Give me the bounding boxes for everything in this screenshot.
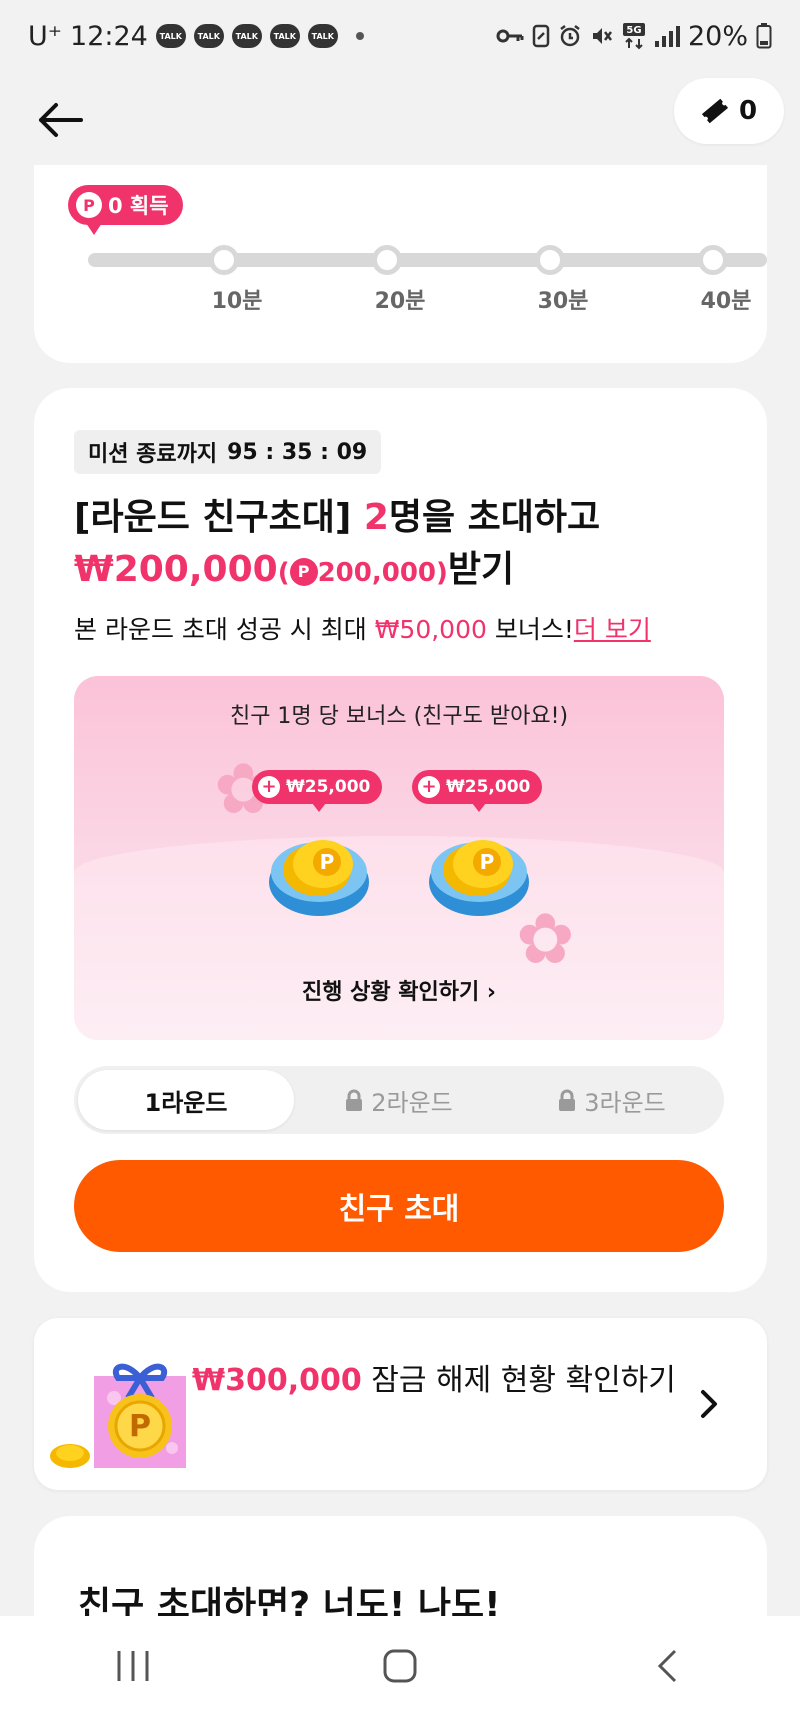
home-icon xyxy=(383,1649,417,1683)
recent-apps-icon xyxy=(117,1651,149,1681)
time-progress-card: P 0 획득 10분 20분 30분 40분 xyxy=(34,165,767,363)
mission-headline: [라운드 친구초대] 2명을 초대하고 ₩200,000(P 200,000)받기 xyxy=(74,492,600,599)
top-navigation: 0 xyxy=(0,76,800,168)
system-back-button[interactable] xyxy=(607,1631,727,1701)
milestone-node xyxy=(535,245,565,275)
check-progress-link[interactable]: 진행 상황 확인하기 › xyxy=(74,974,724,1006)
milestone-label: 10분 xyxy=(211,289,263,314)
bonus-title: 친구 1명 당 보너스 (친구도 받아요!) xyxy=(229,704,569,729)
headline-suffix: 명을 초대하고 xyxy=(388,497,601,538)
reward-amount: ₩200,000 xyxy=(74,549,278,590)
kakaotalk-notification-icon: TALK xyxy=(231,24,262,48)
subline-prefix: 본 라운드 초대 성공 시 최대 xyxy=(74,615,375,644)
mute-icon xyxy=(592,28,612,44)
unlock-label: 잠금 해제 현황 확인하기 xyxy=(361,1363,676,1398)
points-earned-tag: P 0 획득 xyxy=(68,185,183,235)
friend-reward-amount: ₩25,000 xyxy=(286,777,371,797)
subline-bonus: ₩50,000 xyxy=(374,615,487,644)
ticket-counter-button[interactable]: 0 xyxy=(674,78,784,144)
mission-card: 미션 종료까지 95 : 35 : 09 [라운드 친구초대] 2명을 초대하고… xyxy=(34,388,767,1292)
arrow-left-icon xyxy=(39,103,83,137)
friend-reward-tag: + ₩25,000 xyxy=(412,770,543,812)
mission-timer: 미션 종료까지 95 : 35 : 09 xyxy=(74,430,382,474)
svg-text:P: P xyxy=(129,1409,151,1444)
ticket-icon xyxy=(701,98,729,124)
points-earned-label: 0 획득 xyxy=(108,194,169,218)
reward-points-open: ( xyxy=(277,558,290,588)
chevron-right-icon xyxy=(701,1390,717,1418)
vpn-key-icon xyxy=(496,29,524,43)
per-friend-bonus-box: ✿ ✿ 친구 1명 당 보너스 (친구도 받아요!) + ₩25,000 + ₩… xyxy=(74,676,724,1040)
battery-icon xyxy=(756,23,772,49)
kakaotalk-notification-icon: TALK xyxy=(307,24,338,48)
plus-icon: + xyxy=(258,776,280,798)
milestone-node xyxy=(372,245,402,275)
plus-icon: + xyxy=(418,776,440,798)
more-notifications-icon xyxy=(355,32,364,40)
unlock-status-card[interactable]: P ₩300,000 잠금 해제 현황 확인하기 xyxy=(34,1318,767,1490)
kakaotalk-notification-icon: TALK xyxy=(193,24,224,48)
more-link[interactable]: 더 보기 xyxy=(574,615,651,644)
tab-round-1[interactable]: 1라운드 xyxy=(78,1070,294,1130)
svg-text:P: P xyxy=(320,850,335,874)
milestone-label: 40분 xyxy=(700,289,752,314)
battery-percent: 20% xyxy=(687,20,748,52)
round-tab-label: 3라운드 xyxy=(584,1088,666,1117)
headline-count: 2 xyxy=(363,497,389,538)
lock-icon xyxy=(559,1089,576,1111)
friend-reward-tag: + ₩25,000 xyxy=(252,770,383,812)
recent-apps-button[interactable] xyxy=(73,1631,193,1701)
home-button[interactable] xyxy=(340,1631,460,1701)
envelope-fold xyxy=(74,836,724,1040)
milestone-label: 20분 xyxy=(374,289,426,314)
system-navigation-bar xyxy=(0,1616,800,1716)
back-chevron-icon xyxy=(657,1649,676,1683)
ticket-count: 0 xyxy=(738,96,758,126)
coin-dish-icon: P xyxy=(269,840,369,916)
bonus-subline: 본 라운드 초대 성공 시 최대 ₩50,000 보너스!더 보기 xyxy=(74,610,651,646)
back-button[interactable] xyxy=(30,90,90,150)
round-tab-label: 2라운드 xyxy=(371,1088,453,1117)
coin-dish-icon: P xyxy=(429,840,529,916)
milestone-node xyxy=(698,245,728,275)
signal-icon xyxy=(654,26,680,47)
status-bar: U⁺ 12:24 TALK TALK TALK TALK TALK 5G 20% xyxy=(0,0,800,72)
headline-prefix: [라운드 친구초대] xyxy=(74,497,364,538)
round-tab-label: 1라운드 xyxy=(144,1088,228,1117)
milestone-label: 30분 xyxy=(537,289,589,314)
kakaotalk-notification-icon: TALK xyxy=(155,24,186,48)
tab-round-3[interactable]: 3라운드 xyxy=(504,1070,720,1130)
round-tabs: 1라운드 2라운드 3라운드 xyxy=(74,1066,724,1134)
unlock-amount: ₩300,000 xyxy=(192,1363,362,1398)
5g-icon: 5G xyxy=(622,23,645,50)
clock: 12:24 xyxy=(70,20,148,52)
unlock-status-text: ₩300,000 잠금 해제 현황 확인하기 xyxy=(192,1358,692,1404)
nfc-icon xyxy=(532,24,550,48)
friend-reward-amount: ₩25,000 xyxy=(446,777,531,797)
carrier-label: U⁺ xyxy=(28,20,63,52)
lock-icon xyxy=(346,1089,363,1111)
svg-text:P: P xyxy=(480,850,495,874)
progress-track xyxy=(88,245,767,275)
gift-box-coin-icon: P xyxy=(50,1363,186,1468)
point-coin-icon: P xyxy=(289,558,318,586)
reward-suffix: 받기 xyxy=(447,549,515,590)
timer-value: 95 : 35 : 09 xyxy=(227,439,368,465)
kakaotalk-notification-icon: TALK xyxy=(269,24,300,48)
point-coin-icon: P xyxy=(76,192,102,218)
milestone-node xyxy=(209,245,239,275)
timer-label: 미션 종료까지 xyxy=(88,442,218,467)
tab-round-2[interactable]: 2라운드 xyxy=(291,1070,507,1130)
status-left: U⁺ 12:24 TALK TALK TALK TALK TALK xyxy=(28,21,364,52)
reward-points: 200,000) xyxy=(317,558,448,588)
alarm-icon xyxy=(560,25,580,47)
status-right: 5G 20% xyxy=(496,21,772,52)
invite-friend-button[interactable]: 친구 초대 xyxy=(74,1160,724,1252)
svg-text:5G: 5G xyxy=(626,25,641,36)
subline-suffix: 보너스! xyxy=(486,615,574,644)
unlock-details-button[interactable] xyxy=(689,1380,729,1428)
